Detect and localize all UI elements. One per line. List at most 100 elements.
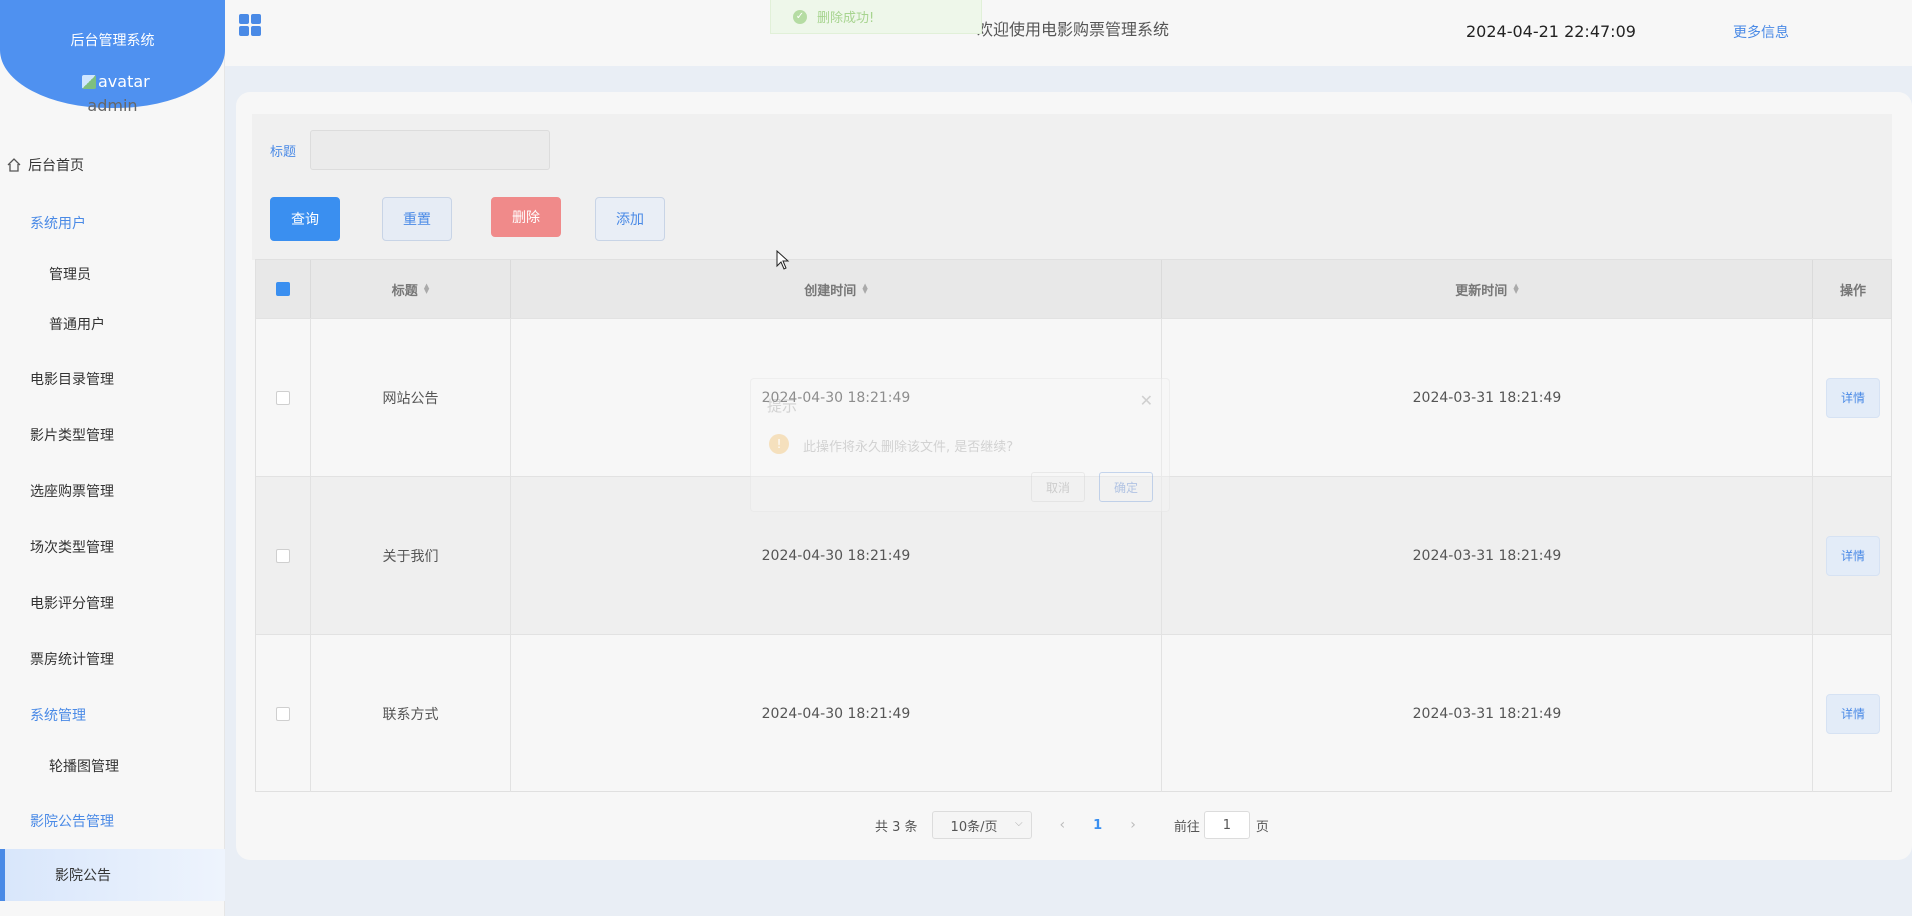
goto-suffix: 页: [1255, 819, 1269, 835]
page-size-value: 10条/页: [950, 819, 998, 835]
sidebar-group-system-users[interactable]: 系统用户: [0, 203, 225, 243]
column-header-title[interactable]: 标题 ▲ ▼: [311, 260, 511, 318]
delete-button[interactable]: 删除: [491, 197, 561, 237]
prev-page-icon[interactable]: ‹: [1060, 817, 1066, 833]
sidebar-item-regular-users[interactable]: 普通用户: [0, 304, 225, 344]
detail-button[interactable]: 详情: [1826, 535, 1880, 576]
detail-button[interactable]: 详情: [1826, 377, 1880, 418]
sidebar-group-announcements[interactable]: 影院公告管理: [0, 801, 225, 841]
sidebar-item-carousel[interactable]: 轮播图管理: [0, 746, 225, 786]
row-select-cell: [256, 635, 311, 792]
row-checkbox[interactable]: [276, 548, 290, 563]
column-header-label: 操作: [1839, 283, 1866, 299]
next-page-icon[interactable]: ›: [1130, 817, 1136, 833]
total-count: 共 3 条: [875, 819, 918, 835]
sidebar-item-label: 后台首页: [28, 158, 84, 174]
cell-created: 2024-04-30 18:21:49: [511, 635, 1162, 792]
add-button[interactable]: 添加: [595, 197, 665, 241]
sidebar-item-box-office[interactable]: 票房统计管理: [0, 639, 225, 679]
row-checkbox[interactable]: [276, 390, 290, 405]
sidebar-item-label: 系统管理: [30, 708, 86, 724]
current-datetime: 2024-04-21 22:47:09: [1466, 22, 1636, 41]
title-search-input[interactable]: [310, 130, 550, 170]
reset-button[interactable]: 重置: [382, 197, 452, 241]
column-header-label: 更新时间: [1455, 283, 1508, 299]
cell-updated: 2024-03-31 18:21:49: [1162, 319, 1813, 476]
sidebar-item-announcement[interactable]: 影院公告: [0, 849, 225, 901]
cell-actions: 详情: [1813, 477, 1893, 634]
more-info-link[interactable]: 更多信息: [1733, 22, 1789, 42]
current-page-number[interactable]: 1: [1093, 818, 1102, 833]
welcome-title: 欢迎使用电影购票管理系统: [977, 20, 1170, 39]
sidebar-item-label: 影院公告管理: [30, 814, 114, 830]
username: admin: [87, 96, 138, 115]
dialog-confirm-button[interactable]: 确定: [1099, 472, 1153, 502]
sidebar-item-label: 轮播图管理: [49, 759, 119, 775]
menu-toggle-grid-icon[interactable]: [239, 14, 261, 36]
row-select-cell: [256, 477, 311, 634]
sidebar-group-system-management[interactable]: 系统管理: [0, 695, 225, 735]
table-row: 联系方式 2024-04-30 18:21:49 2024-03-31 18:2…: [256, 634, 1891, 792]
sort-icon[interactable]: ▲ ▼: [424, 283, 429, 295]
dialog-title: 提示: [767, 397, 798, 415]
column-header-label: 创建时间: [804, 283, 857, 299]
sidebar: 后台管理系统 avatar admin 后台首页 系统用户 管理员 普通用户 电…: [0, 0, 225, 916]
cell-title: 网站公告: [311, 319, 511, 476]
page-size-select[interactable]: 10条/页 ⌵: [931, 811, 1032, 839]
sidebar-item-label: 选座购票管理: [30, 484, 114, 500]
sidebar-item-label: 影院公告: [55, 868, 111, 884]
sidebar-item-admins[interactable]: 管理员: [0, 254, 225, 294]
sidebar-item-label: 场次类型管理: [30, 540, 114, 556]
brand-title: 后台管理系统: [70, 33, 155, 49]
column-header-created[interactable]: 创建时间 ▲ ▼: [511, 260, 1162, 318]
table-header: 标题 ▲ ▼ 创建时间 ▲ ▼ 更新时间 ▲ ▼ 操作: [256, 260, 1891, 318]
select-all-cell: [256, 260, 311, 318]
goto-page-input[interactable]: 1: [1203, 811, 1250, 839]
column-header-updated[interactable]: 更新时间 ▲ ▼: [1162, 260, 1813, 318]
sidebar-item-label: 管理员: [49, 267, 91, 283]
sidebar-item-label: 普通用户: [49, 317, 105, 333]
warning-icon: !: [769, 434, 789, 454]
cell-updated: 2024-03-31 18:21:49: [1162, 635, 1813, 792]
sidebar-item-label: 电影目录管理: [30, 372, 114, 388]
avatar-alt-text: avatar: [98, 72, 150, 91]
top-header: 欢迎使用电影购票管理系统 2024-04-21 22:47:09 更多信息: [225, 0, 1912, 66]
close-icon[interactable]: ✕: [1140, 391, 1153, 410]
cell-updated: 2024-03-31 18:21:49: [1162, 477, 1813, 634]
toast-message: 删除成功!: [817, 11, 875, 26]
goto-label: 前往: [1173, 819, 1200, 835]
check-circle-icon: ✓: [793, 9, 807, 24]
pagination: 共 3 条 10条/页 ⌵ ‹ 1 › 前往 1 页: [875, 810, 1269, 840]
sidebar-item-movie-catalog[interactable]: 电影目录管理: [0, 359, 225, 399]
brand-header: 后台管理系统 avatar admin: [0, 0, 225, 115]
select-all-checkbox[interactable]: [276, 282, 290, 296]
confirm-dialog: 提示 ✕ ! 此操作将永久删除该文件, 是否继续? 取消 确定: [750, 378, 1170, 512]
column-header-actions: 操作: [1813, 260, 1893, 318]
cell-title: 关于我们: [311, 477, 511, 634]
sidebar-item-label: 票房统计管理: [30, 652, 114, 668]
cell-actions: 详情: [1813, 319, 1893, 476]
chevron-down-icon: ⌵: [1014, 818, 1023, 829]
row-select-cell: [256, 319, 311, 476]
sort-icon[interactable]: ▲ ▼: [1513, 283, 1518, 295]
sidebar-item-label: 电影评分管理: [30, 596, 114, 612]
query-button[interactable]: 查询: [270, 197, 340, 241]
row-checkbox[interactable]: [276, 706, 290, 721]
detail-button[interactable]: 详情: [1826, 693, 1880, 734]
sidebar-item-seat-booking[interactable]: 选座购票管理: [0, 471, 225, 511]
cell-actions: 详情: [1813, 635, 1893, 792]
announcement-table: 标题 ▲ ▼ 创建时间 ▲ ▼ 更新时间 ▲ ▼ 操作 网站公告 2024-04-30…: [255, 259, 1892, 792]
sidebar-item-movie-ratings[interactable]: 电影评分管理: [0, 583, 225, 623]
success-toast: ✓ 删除成功!: [770, 0, 982, 34]
sidebar-item-home[interactable]: 后台首页: [0, 145, 225, 185]
sidebar-item-label: 系统用户: [30, 216, 86, 232]
sidebar-item-session-types[interactable]: 场次类型管理: [0, 527, 225, 567]
broken-image-icon: [82, 74, 96, 89]
dialog-cancel-button[interactable]: 取消: [1031, 472, 1085, 502]
sidebar-item-movie-types[interactable]: 影片类型管理: [0, 415, 225, 455]
sort-icon[interactable]: ▲ ▼: [862, 283, 867, 295]
home-icon: [7, 158, 21, 172]
title-filter-label: 标题: [270, 145, 297, 160]
avatar: avatar: [82, 72, 150, 91]
sidebar-item-label: 影片类型管理: [30, 428, 114, 444]
